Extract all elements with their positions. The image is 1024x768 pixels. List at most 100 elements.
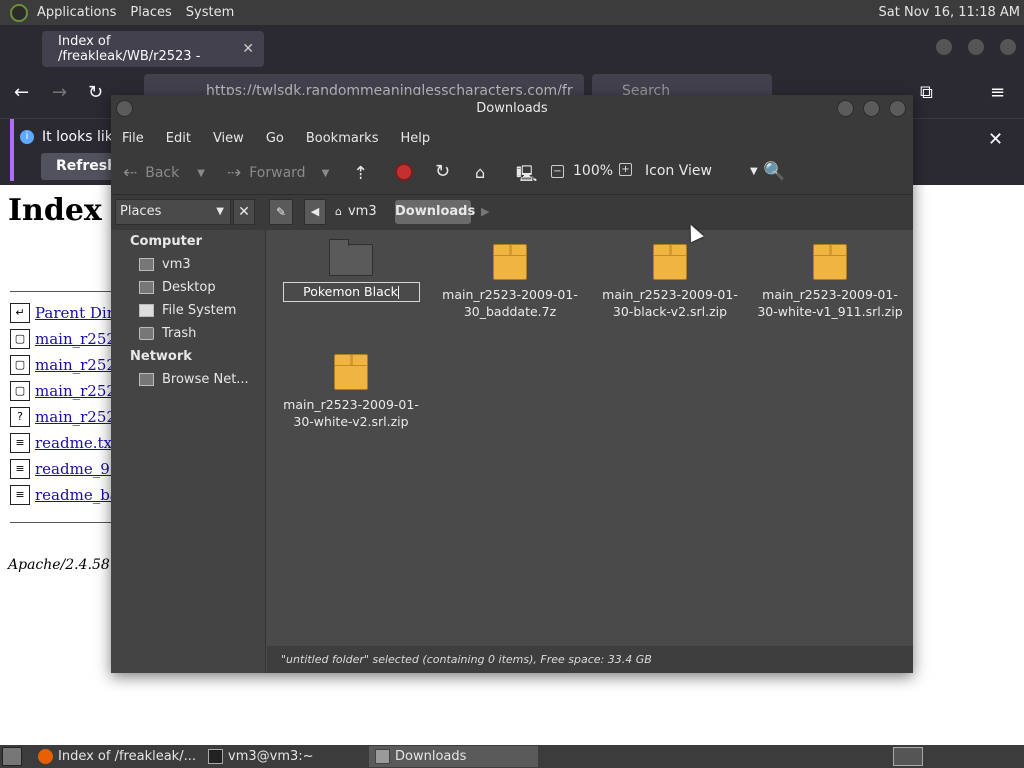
file-view: Pokemon Black main_r2523-2009-01-30_badd… [267, 230, 913, 646]
zoom-level: 100% [573, 163, 614, 179]
list-item[interactable]: ▢ main_r2523 [10, 328, 125, 350]
sidebar-item-browse-network[interactable]: Browse Net... [139, 372, 249, 387]
window-titlebar[interactable]: Downloads [111, 95, 913, 123]
window-menu-button[interactable] [116, 100, 133, 117]
browser-tab[interactable]: Index of /freakleak/WB/r2523 - ✕ [42, 31, 264, 67]
edit-location-icon[interactable]: ✎ [269, 199, 293, 225]
zoom-in-button[interactable]: + [619, 163, 632, 176]
text-file-icon: ≡ [10, 459, 30, 479]
browser-maximize-button[interactable] [968, 39, 984, 55]
file-name: main_r2523-2009-01-30-white-v1_911.srl.z… [757, 287, 903, 319]
extensions-icon[interactable]: ⧉ [920, 82, 933, 103]
sidebar: Computer vm3 Desktop File System Trash N… [111, 230, 266, 673]
archive-icon [653, 244, 687, 280]
info-icon: i [20, 130, 34, 144]
places-menu[interactable]: Places [123, 5, 178, 20]
list-item[interactable]: ≡ readme.txt [10, 432, 118, 454]
distro-logo-icon[interactable] [10, 3, 28, 22]
crumb-left-arrow-icon[interactable]: ◀ [304, 199, 326, 225]
system-menu[interactable]: System [179, 5, 241, 20]
file-name: main_r2523-2009-01-30-white-v2.srl.zip [283, 397, 419, 429]
notification-close-icon[interactable]: ✕ [988, 129, 1003, 150]
home-icon[interactable]: ⌂ [475, 163, 485, 182]
home-icon: ⌂ [335, 205, 342, 218]
desktop-icon [139, 281, 154, 294]
tab-close-icon[interactable]: ✕ [242, 41, 254, 57]
view-mode-select[interactable]: Icon View ▼ [645, 163, 758, 179]
menu-help[interactable]: Help [393, 131, 437, 146]
file-name: main_r2523-2009-01-30-black-v2.srl.zip [602, 287, 738, 319]
archive-file-icon: ▢ [10, 355, 30, 375]
back-button[interactable]: ⇠ Back ▼ [123, 163, 205, 183]
browser-reload-icon[interactable]: ↻ [88, 82, 103, 103]
list-item[interactable]: ▢ main_r2523 [10, 354, 125, 376]
drive-icon [139, 304, 154, 317]
toolbar: ⇠ Back ▼ ⇢ Forward ▼ ⇡ ↻ ⌂ 🖳 −100% + Icon Vi… [111, 153, 913, 195]
minimize-button[interactable] [837, 100, 854, 117]
side-pane-select[interactable]: Places ▼ [115, 199, 231, 225]
forward-button[interactable]: ⇢ Forward ▼ [227, 163, 329, 183]
file-item[interactable]: main_r2523-2009-01-30-white-v1_911.srl.z… [755, 244, 905, 320]
archive-icon [813, 244, 847, 280]
breadcrumb-downloads[interactable]: Downloads [395, 200, 475, 224]
menu-bookmarks[interactable]: Bookmarks [299, 131, 386, 146]
list-item[interactable]: ▢ main_r2523 [10, 380, 125, 402]
text-file-icon: ≡ [10, 433, 30, 453]
browser-minimize-button[interactable] [936, 39, 952, 55]
forward-arrow-icon: ⇢ [227, 163, 242, 183]
crumb-right-arrow-icon[interactable]: ▶ [481, 199, 495, 225]
sidebar-item-vm3[interactable]: vm3 [139, 257, 191, 272]
stop-button[interactable] [395, 163, 413, 181]
browser-forward-icon[interactable]: → [52, 82, 67, 103]
rename-input[interactable]: Pokemon Black [282, 282, 420, 302]
window-title: Downloads [476, 101, 548, 116]
applications-menu[interactable]: Applications [30, 5, 123, 20]
menu-view[interactable]: View [206, 131, 251, 146]
maximize-button[interactable] [863, 100, 880, 117]
show-desktop-icon[interactable] [2, 747, 22, 766]
text-caret [397, 286, 399, 299]
archive-file-icon: ▢ [10, 381, 30, 401]
folder-icon [375, 749, 390, 764]
browser-close-button[interactable] [1000, 39, 1016, 55]
menu-edit[interactable]: Edit [159, 131, 198, 146]
back-history-dropdown-icon[interactable]: ▼ [197, 168, 205, 179]
network-icon [139, 373, 154, 386]
zoom-out-button[interactable]: −100% [551, 163, 613, 179]
notification-accent [10, 119, 14, 181]
menu-file[interactable]: File [115, 131, 151, 146]
home-folder-icon [139, 258, 154, 271]
search-icon[interactable]: 🔍 [763, 161, 785, 182]
location-bar: Places ▼ ✕ ✎ ◀ ⌂ vm3 Downloads ▶ [111, 195, 913, 230]
sidebar-item-filesystem[interactable]: File System [139, 303, 236, 318]
sidebar-item-trash[interactable]: Trash [139, 326, 196, 341]
divider [10, 522, 120, 523]
terminal-icon [208, 749, 223, 764]
side-pane-close-icon[interactable]: ✕ [233, 199, 255, 225]
browser-back-icon[interactable]: ← [14, 82, 29, 103]
sidebar-item-desktop[interactable]: Desktop [139, 280, 216, 295]
breadcrumb-vm3[interactable]: ⌂ vm3 [331, 199, 393, 225]
file-item[interactable]: main_r2523-2009-01-30_baddate.7z [435, 244, 585, 320]
close-button[interactable] [889, 100, 906, 117]
computer-icon[interactable]: 🖳 [516, 163, 537, 190]
file-item[interactable]: main_r2523-2009-01-30-black-v2.srl.zip [595, 244, 745, 320]
forward-history-dropdown-icon[interactable]: ▼ [322, 168, 330, 179]
reload-icon[interactable]: ↻ [435, 161, 450, 182]
task-terminal[interactable]: vm3@vm3:~ [202, 746, 367, 767]
archive-file-icon: ▢ [10, 329, 30, 349]
browser-menu-icon[interactable]: ≡ [990, 82, 1005, 103]
task-browser[interactable]: Index of /freakleak/... [32, 746, 202, 767]
browser-tabbar: Index of /freakleak/WB/r2523 - ✕ [0, 25, 1024, 70]
chevron-down-icon: ▼ [216, 206, 224, 217]
status-bar: "untitled folder" selected (containing 0… [267, 646, 913, 673]
menu-go[interactable]: Go [259, 131, 291, 146]
clock[interactable]: Sat Nov 16, 11:18 AM [879, 5, 1024, 20]
up-arrow-icon[interactable]: ⇡ [353, 163, 368, 184]
file-item[interactable]: main_r2523-2009-01-30-white-v2.srl.zip [276, 354, 426, 430]
list-item-link[interactable]: readme.txt [35, 434, 118, 452]
workspace-switcher[interactable] [893, 747, 923, 766]
task-file-manager[interactable]: Downloads [369, 746, 538, 767]
new-folder-item[interactable]: Pokemon Black [276, 239, 426, 302]
list-item[interactable]: ? main_r2523 [10, 406, 125, 428]
